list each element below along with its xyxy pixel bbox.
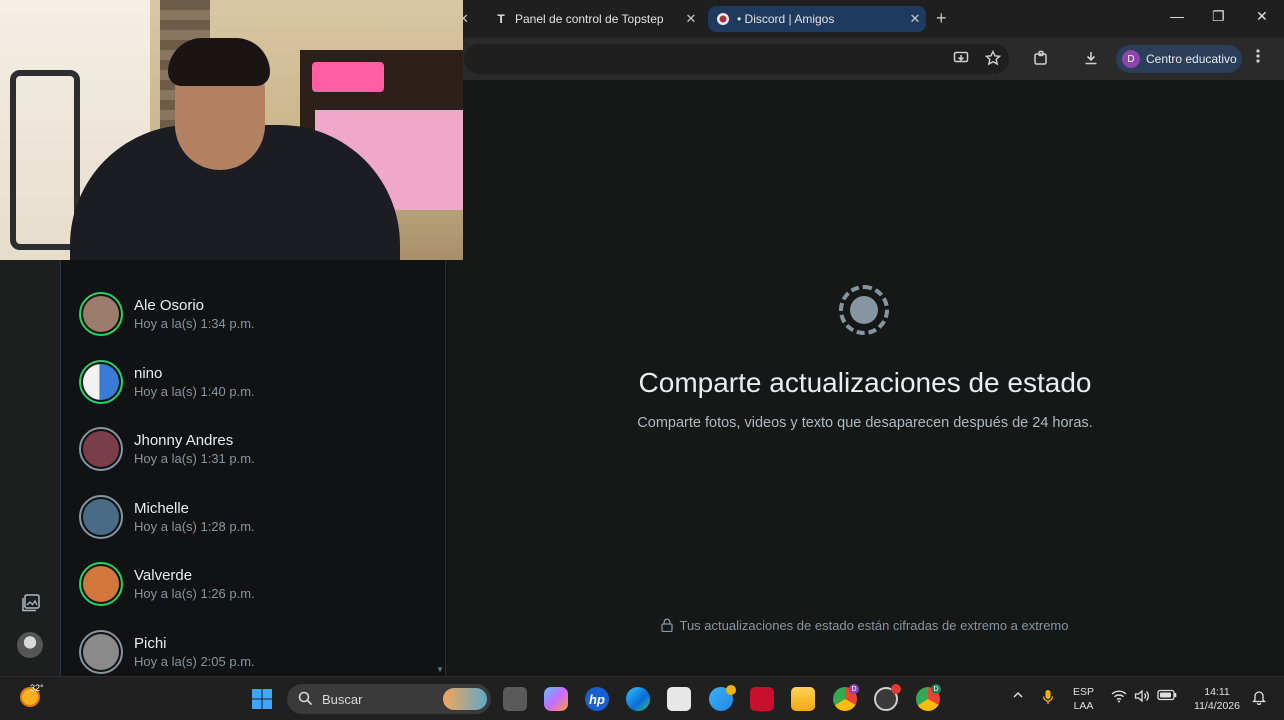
temperature: 32° (30, 683, 44, 693)
search-icon (298, 691, 314, 707)
volume-icon[interactable] (1134, 689, 1150, 706)
profile-button[interactable]: D Centro educativo (1116, 45, 1242, 73)
keyboard-layout: LAA (1073, 700, 1094, 712)
file-explorer-icon[interactable] (791, 687, 815, 711)
status-time: Hoy a la(s) 1:40 p.m. (134, 384, 255, 399)
contact-name: Jhonny Andres (134, 432, 234, 449)
user-avatar[interactable] (17, 632, 43, 658)
avatar (83, 364, 119, 400)
status-time: Hoy a la(s) 1:26 p.m. (134, 586, 255, 601)
language-indicator[interactable]: ESP LAA (1073, 685, 1094, 713)
window-close-icon[interactable]: ✕ (1256, 8, 1268, 25)
clock-time: 14:11 (1204, 686, 1230, 698)
avatar (83, 431, 119, 467)
store-icon[interactable] (667, 687, 691, 711)
contact-name: nino (134, 365, 163, 382)
empty-state-subtitle: Comparte fotos, videos y texto que desap… (637, 415, 1093, 431)
task-view-icon[interactable] (503, 687, 527, 711)
avatar (83, 634, 119, 670)
profile-badge: D (849, 684, 859, 694)
copilot-icon[interactable] (544, 687, 568, 711)
browser-menu-icon[interactable] (1256, 48, 1260, 69)
list-item[interactable]: Valverde Hoy a la(s) 1:26 p.m. (79, 560, 419, 608)
discord-favicon-icon (716, 12, 730, 26)
mcafee-icon[interactable] (750, 687, 774, 711)
status-time: Hoy a la(s) 2:05 p.m. (134, 654, 255, 669)
minimize-icon[interactable]: — (1170, 8, 1184, 24)
battery-icon[interactable] (1157, 689, 1177, 704)
tab-close-icon[interactable]: ✕ (904, 11, 926, 27)
status-ring (79, 427, 123, 471)
search-placeholder: Buscar (322, 691, 363, 707)
notifications-bell-icon[interactable] (1251, 689, 1267, 708)
tab-discord[interactable]: • Discord | Amigos ✕ (708, 6, 926, 32)
bookmark-star-icon[interactable] (984, 49, 1002, 68)
clock-date: 11/4/2026 (1194, 700, 1240, 712)
lock-icon (661, 618, 674, 633)
avatar (83, 499, 119, 535)
scroll-down-icon[interactable]: ▼ (436, 665, 444, 674)
status-time: Hoy a la(s) 1:28 p.m. (134, 519, 255, 534)
status-icon (839, 285, 889, 335)
contact-name: Valverde (134, 567, 193, 584)
install-app-icon[interactable] (952, 50, 970, 68)
status-time: Hoy a la(s) 1:31 p.m. (134, 451, 255, 466)
download-icon[interactable] (1082, 50, 1100, 68)
status-ring (79, 292, 123, 336)
status-ring (79, 495, 123, 539)
show-hidden-icons-icon[interactable] (1012, 689, 1024, 704)
encryption-text: Tus actualizaciones de estado están cifr… (679, 618, 1069, 633)
list-item[interactable]: Michelle Hoy a la(s) 1:28 p.m. (79, 493, 419, 541)
windows-start-icon[interactable] (250, 687, 274, 711)
taskbar-search[interactable]: Buscar (287, 684, 491, 714)
tab-topstep[interactable]: T Panel de control de Topstep ✕ (486, 6, 702, 32)
notification-badge (891, 684, 901, 694)
profile-label: Centro educativo (1146, 52, 1237, 66)
wifi-icon[interactable] (1111, 689, 1127, 706)
empty-state-title: Comparte actualizaciones de estado (638, 367, 1092, 398)
avatar (83, 296, 119, 332)
contact-name: Pichi (134, 635, 167, 652)
hp-app-icon[interactable]: hp (585, 687, 609, 711)
topstep-favicon-icon: T (497, 12, 505, 26)
status-list: Ale Osorio Hoy a la(s) 1:34 p.m. nino Hoy … (61, 260, 446, 676)
status-time: Hoy a la(s) 1:34 p.m. (134, 316, 255, 331)
list-item[interactable]: nino Hoy a la(s) 1:40 p.m. (79, 358, 419, 406)
tab-close-icon[interactable]: ✕ (680, 11, 702, 27)
windows-taskbar: 32° Buscar hp D D ESP LAA 14:11 11/4/202… (0, 676, 1284, 720)
new-tab-icon[interactable]: + (936, 8, 947, 29)
status-ring (79, 630, 123, 674)
screen: ✕ T Panel de control de Topstep ✕ • Disc… (0, 0, 1284, 720)
microphone-icon[interactable] (1042, 689, 1054, 708)
list-item[interactable]: Pichi Hoy a la(s) 2:05 p.m. (79, 628, 419, 676)
profile-badge: D (931, 684, 941, 694)
contact-name: Ale Osorio (134, 297, 205, 314)
avatar (83, 566, 119, 602)
notification-badge (726, 685, 736, 695)
edge-icon[interactable] (626, 687, 650, 711)
encryption-note: Tus actualizaciones de estado están cifr… (446, 618, 1284, 633)
restore-icon[interactable]: ❐ (1212, 8, 1225, 25)
list-item[interactable]: Ale Osorio Hoy a la(s) 1:34 p.m. (79, 290, 419, 338)
system-clock[interactable]: 14:11 11/4/2026 (1186, 685, 1248, 713)
search-highlight-icon (443, 688, 487, 710)
tab-title: • Discord | Amigos (737, 12, 835, 26)
webcam-overlay (0, 0, 463, 260)
address-bar[interactable] (464, 44, 1009, 74)
media-gallery-icon[interactable] (20, 593, 42, 615)
status-ring (79, 360, 123, 404)
contact-name: Michelle (134, 500, 190, 517)
tab-title: Panel de control de Topstep (515, 12, 664, 26)
extensions-icon[interactable] (1032, 50, 1050, 68)
app-nav-rail (0, 260, 61, 676)
status-main-panel: Comparte actualizaciones de estado Compa… (446, 80, 1284, 676)
language-code: ESP (1073, 686, 1095, 698)
list-item[interactable]: Jhonny Andres Hoy a la(s) 1:31 p.m. (79, 425, 419, 473)
profile-avatar: D (1122, 50, 1140, 68)
status-ring (79, 562, 123, 606)
